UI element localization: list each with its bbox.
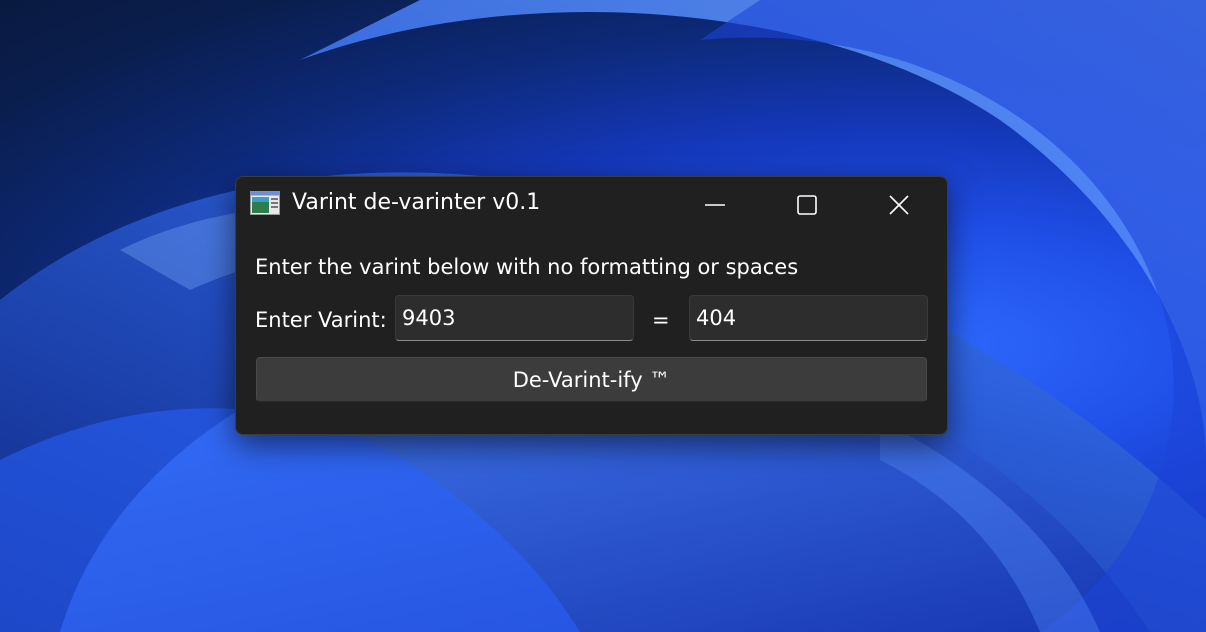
title-bar[interactable]: Varint de-varinter v0.1 (236, 177, 947, 233)
app-window-icon (250, 191, 280, 215)
maximize-button[interactable] (761, 177, 853, 233)
equals-sign: = (652, 308, 670, 332)
minimize-button[interactable] (669, 177, 761, 233)
varint-label: Enter Varint: (255, 308, 387, 332)
close-icon (889, 195, 909, 215)
close-button[interactable] (853, 177, 945, 233)
de-varintify-button[interactable]: De-Varint-ify ™ (256, 357, 927, 402)
result-field[interactable] (689, 295, 928, 341)
minimize-icon (705, 204, 725, 206)
window-title: Varint de-varinter v0.1 (292, 190, 541, 215)
maximize-icon (797, 195, 817, 215)
app-window: Varint de-varinter v0.1 Enter the varint… (235, 176, 948, 435)
varint-input[interactable] (395, 295, 634, 341)
instructions-text: Enter the varint below with no formattin… (255, 255, 799, 279)
